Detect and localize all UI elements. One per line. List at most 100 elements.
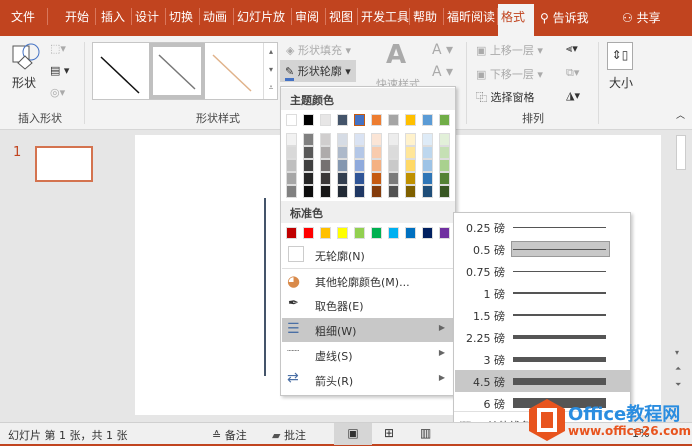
- theme-color-swatch[interactable]: [320, 114, 331, 126]
- tab-3[interactable]: 设计: [132, 8, 166, 25]
- theme-color-swatch[interactable]: [388, 114, 399, 126]
- text-outline-icon[interactable]: A ▾: [432, 64, 453, 80]
- theme-shade-swatch[interactable]: [439, 146, 450, 159]
- theme-shade-swatch[interactable]: [405, 172, 416, 185]
- theme-shade-swatch[interactable]: [303, 146, 314, 159]
- theme-shade-swatch[interactable]: [286, 146, 297, 159]
- normal-view-button[interactable]: ▣: [334, 423, 372, 445]
- theme-shade-swatch[interactable]: [286, 185, 297, 198]
- theme-shade-swatch[interactable]: [439, 172, 450, 185]
- theme-shade-swatch[interactable]: [303, 133, 314, 146]
- weight-option[interactable]: 4.5 磅: [455, 370, 631, 392]
- weight-option[interactable]: 1.5 磅: [455, 304, 631, 326]
- theme-shade-swatch[interactable]: [371, 159, 382, 172]
- theme-shade-swatch[interactable]: [354, 159, 365, 172]
- theme-shade-swatch[interactable]: [405, 185, 416, 198]
- tab-2[interactable]: 插入: [98, 8, 132, 25]
- group-icon[interactable]: ⧉▾: [566, 66, 579, 80]
- share-button[interactable]: ⚇ 共享: [622, 9, 661, 26]
- theme-shade-swatch[interactable]: [303, 185, 314, 198]
- gallery-scroll[interactable]: ▴ ▾ ⩡: [263, 43, 278, 99]
- tab-10[interactable]: 帮助: [410, 8, 444, 25]
- theme-shade-swatch[interactable]: [371, 172, 382, 185]
- theme-shade-swatch[interactable]: [439, 133, 450, 146]
- tab-7[interactable]: 审阅: [292, 8, 326, 25]
- theme-color-swatch[interactable]: [422, 114, 433, 126]
- more-colors-item[interactable]: ◕ 其他轮廓颜色(M)...: [282, 268, 455, 292]
- bring-forward-button[interactable]: ▣ 上移一层 ▾: [476, 42, 543, 58]
- eyedropper-item[interactable]: ✒ 取色器(E): [282, 293, 455, 317]
- theme-shade-swatch[interactable]: [354, 146, 365, 159]
- weight-option[interactable]: 0.25 磅: [455, 216, 631, 238]
- theme-shade-swatch[interactable]: [371, 133, 382, 146]
- theme-color-swatch[interactable]: [286, 114, 297, 126]
- theme-shade-swatch[interactable]: [371, 185, 382, 198]
- no-outline-item[interactable]: 无轮廓(N): [282, 243, 455, 267]
- theme-shade-swatch[interactable]: [354, 172, 365, 185]
- text-box-icon[interactable]: ▤ ▾: [50, 64, 69, 77]
- standard-color-swatch[interactable]: [354, 227, 365, 239]
- theme-shade-swatch[interactable]: [337, 185, 348, 198]
- rotate-icon[interactable]: ◮▾: [566, 89, 580, 102]
- scroll-arrows[interactable]: ▾ ⏶ ⏷: [675, 345, 681, 393]
- theme-shade-swatch[interactable]: [286, 172, 297, 185]
- theme-shade-swatch[interactable]: [337, 172, 348, 185]
- tell-me-button[interactable]: ⚲ 告诉我: [540, 9, 589, 26]
- theme-shade-swatch[interactable]: [439, 185, 450, 198]
- weight-option[interactable]: 3 磅: [455, 348, 631, 370]
- shapes-icon[interactable]: [12, 42, 40, 70]
- weight-option[interactable]: 0.75 磅: [455, 260, 631, 282]
- standard-color-swatch[interactable]: [303, 227, 314, 239]
- theme-shade-swatch[interactable]: [422, 146, 433, 159]
- style-option-3[interactable]: [212, 54, 252, 92]
- collapse-ribbon-icon[interactable]: ︿: [676, 108, 685, 121]
- vertical-scrollbar[interactable]: ▾ ⏶ ⏷: [675, 135, 687, 415]
- theme-shade-swatch[interactable]: [303, 159, 314, 172]
- shapes-button[interactable]: 形状: [12, 74, 36, 91]
- selected-line-shape[interactable]: [264, 198, 266, 376]
- standard-color-swatch[interactable]: [320, 227, 331, 239]
- theme-color-swatch[interactable]: [337, 114, 348, 126]
- style-option-1[interactable]: [100, 56, 140, 94]
- theme-shade-swatch[interactable]: [286, 133, 297, 146]
- standard-color-swatch[interactable]: [439, 227, 450, 239]
- theme-shade-swatch[interactable]: [354, 185, 365, 198]
- theme-color-swatch[interactable]: [303, 114, 314, 126]
- style-option-2-selected[interactable]: [149, 43, 205, 99]
- weight-option[interactable]: 0.5 磅: [455, 238, 631, 260]
- theme-shade-swatch[interactable]: [320, 185, 331, 198]
- theme-shade-swatch[interactable]: [320, 133, 331, 146]
- size-icon[interactable]: ⇕▯: [607, 42, 633, 70]
- tab-12[interactable]: 格式: [498, 4, 534, 36]
- theme-shade-swatch[interactable]: [320, 146, 331, 159]
- standard-color-swatch[interactable]: [405, 227, 416, 239]
- theme-shade-swatch[interactable]: [405, 133, 416, 146]
- standard-color-swatch[interactable]: [286, 227, 297, 239]
- theme-shade-swatch[interactable]: [388, 133, 399, 146]
- tab-11[interactable]: 福昕阅读: [444, 8, 498, 25]
- theme-shade-swatch[interactable]: [388, 172, 399, 185]
- theme-shade-swatch[interactable]: [422, 133, 433, 146]
- quick-styles-icon[interactable]: A: [386, 40, 406, 70]
- theme-shade-swatch[interactable]: [439, 159, 450, 172]
- tab-6[interactable]: 幻灯片放: [234, 8, 292, 25]
- theme-color-swatch[interactable]: [371, 114, 382, 126]
- theme-shade-swatch[interactable]: [320, 172, 331, 185]
- shape-outline-button[interactable]: ✎ 形状轮廓 ▾: [280, 60, 356, 82]
- theme-shade-swatch[interactable]: [320, 159, 331, 172]
- merge-shapes-icon[interactable]: ◎▾: [50, 86, 65, 99]
- shape-fill-button[interactable]: ◈ 形状填充 ▾: [286, 42, 351, 58]
- theme-color-swatch[interactable]: [354, 114, 365, 126]
- theme-shade-swatch[interactable]: [337, 146, 348, 159]
- theme-color-swatch[interactable]: [405, 114, 416, 126]
- theme-shade-swatch[interactable]: [337, 133, 348, 146]
- theme-shade-swatch[interactable]: [422, 185, 433, 198]
- edit-shape-icon[interactable]: ⬚▾: [50, 42, 66, 55]
- standard-color-swatch[interactable]: [337, 227, 348, 239]
- notes-button[interactable]: ≙ 备注: [212, 427, 247, 443]
- standard-color-swatch[interactable]: [422, 227, 433, 239]
- arrows-item[interactable]: ⇄ 箭头(R) ▶: [282, 368, 455, 392]
- theme-shade-swatch[interactable]: [422, 172, 433, 185]
- weight-option[interactable]: 2.25 磅: [455, 326, 631, 348]
- theme-shade-swatch[interactable]: [337, 159, 348, 172]
